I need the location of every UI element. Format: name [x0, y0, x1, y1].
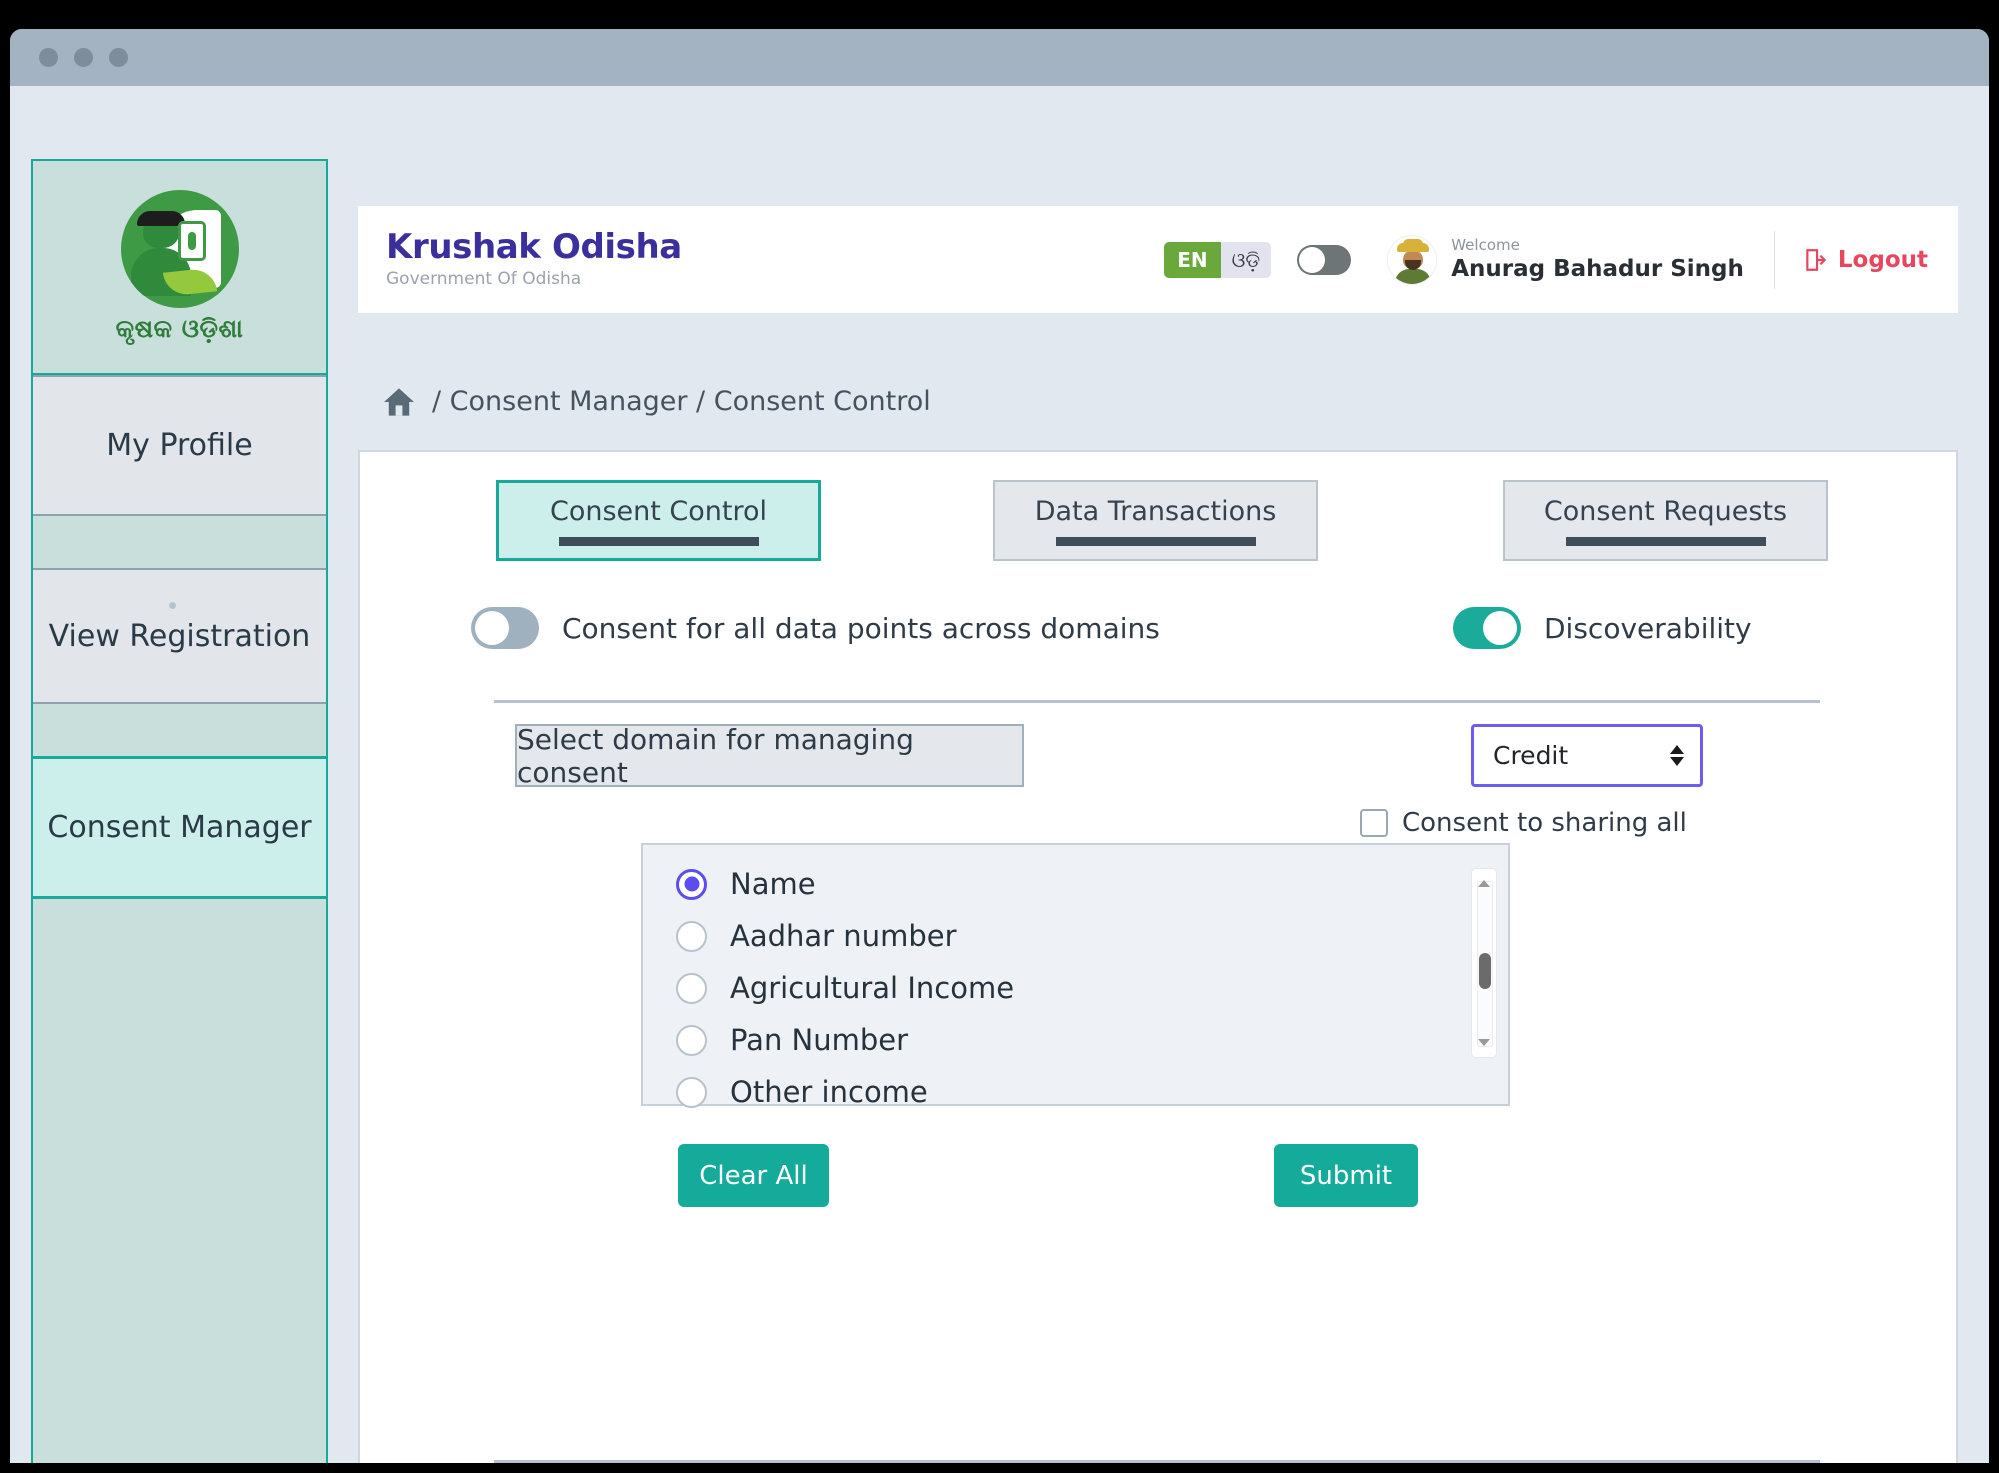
app-header: Krushak Odisha Government Of Odisha EN ଓ…: [358, 206, 1958, 313]
list-item-label: Agricultural Income: [730, 971, 1015, 1005]
user-name: Anurag Bahadur Singh: [1451, 255, 1744, 282]
list-item-label: Name: [730, 867, 816, 901]
sidebar-filler: [33, 899, 326, 1463]
tab-underline: [1055, 536, 1256, 546]
radio-agricultural-income[interactable]: [676, 972, 707, 1004]
tab-underline: [1565, 536, 1766, 546]
welcome-block: Welcome Anurag Bahadur Singh: [1451, 237, 1744, 282]
krushak-logo-icon: [120, 190, 239, 308]
logout-icon: [1806, 248, 1827, 271]
consent-sharing-all-checkbox[interactable]: [1360, 809, 1388, 837]
list-scrollbar[interactable]: [1471, 868, 1497, 1058]
domain-select[interactable]: Credit: [1471, 724, 1703, 787]
breadcrumb-path: / Consent Manager / Consent Control: [432, 386, 931, 417]
breadcrumb: / Consent Manager / Consent Control: [382, 386, 931, 417]
discoverability-toggle-group: Discoverability: [1453, 607, 1752, 649]
app-subtitle: Government Of Odisha: [386, 269, 582, 290]
section-divider-bottom: [494, 1460, 1820, 1463]
tab-bar: Consent Control Data Transactions Consen…: [360, 452, 1956, 572]
page-body: କୃଷକ ଓଡ଼ିଶା My Profile View Registration…: [10, 86, 1989, 1463]
window-maximize-dot[interactable]: [109, 48, 128, 67]
list-item[interactable]: Name: [643, 858, 1508, 910]
sidebar-divider-1: [33, 516, 326, 568]
logout-button[interactable]: Logout: [1803, 247, 1928, 273]
header-theme-toggle[interactable]: [1297, 244, 1352, 275]
sidebar-item-consent-manager[interactable]: Consent Manager: [33, 756, 326, 899]
logo-odia-text: କୃଷକ ଓଡ଼ିଶା: [115, 314, 244, 343]
domain-label: Select domain for managing consent: [515, 723, 1024, 789]
radio-aadhar-number[interactable]: [676, 920, 707, 952]
browser-window: କୃଷକ ଓଡ଼ିଶା My Profile View Registration…: [10, 29, 1989, 1463]
sidebar-marker-dot: [169, 602, 176, 609]
avatar: [1387, 234, 1438, 285]
window-minimize-dot[interactable]: [74, 48, 93, 67]
discoverability-toggle[interactable]: [1453, 607, 1521, 649]
home-icon[interactable]: [382, 387, 416, 417]
consent-sharing-all[interactable]: Consent to sharing all: [1360, 808, 1687, 838]
list-item[interactable]: Aadhar number: [643, 910, 1508, 962]
discoverability-label: Discoverability: [1544, 611, 1752, 645]
sidebar-item-label: My Profile: [106, 428, 253, 463]
tab-label: Consent Control: [549, 495, 768, 527]
consent-all-label: Consent for all data points across domai…: [562, 611, 1160, 645]
tab-label: Data Transactions: [1034, 495, 1277, 527]
language-option-odia[interactable]: ଓଡ଼ି: [1220, 241, 1272, 278]
list-item[interactable]: Agricultural Income: [643, 962, 1508, 1014]
chevron-updown-icon: [1670, 745, 1684, 766]
list-item-label: Aadhar number: [730, 919, 957, 953]
sidebar-item-label: Consent Manager: [47, 810, 312, 845]
consent-all-toggle-group: Consent for all data points across domai…: [471, 607, 1160, 649]
brand-block: Krushak Odisha Government Of Odisha: [386, 226, 682, 290]
list-item[interactable]: Pan Number: [643, 1014, 1508, 1066]
logout-label: Logout: [1837, 246, 1928, 273]
scroll-down-arrow-icon[interactable]: [1478, 1039, 1490, 1046]
tab-data-transactions[interactable]: Data Transactions: [993, 480, 1318, 561]
sidebar-item-view-registration[interactable]: View Registration: [33, 568, 326, 704]
welcome-label: Welcome: [1451, 236, 1520, 255]
radio-pan-number[interactable]: [676, 1024, 707, 1056]
language-option-en[interactable]: EN: [1164, 241, 1221, 278]
tab-consent-control[interactable]: Consent Control: [496, 480, 821, 561]
tab-underline: [558, 536, 759, 546]
app-title: Krushak Odisha: [386, 226, 682, 267]
radio-other-income[interactable]: [676, 1076, 707, 1108]
sidebar: କୃଷକ ଓଡ଼ିଶା My Profile View Registration…: [31, 159, 328, 1463]
list-item[interactable]: Other income: [643, 1066, 1508, 1118]
tab-label: Consent Requests: [1543, 495, 1788, 527]
scrollbar-thumb[interactable]: [1479, 953, 1491, 989]
sidebar-item-my-profile[interactable]: My Profile: [33, 375, 326, 516]
window-titlebar: [10, 29, 1989, 86]
radio-name[interactable]: [676, 868, 707, 900]
window-close-dot[interactable]: [39, 48, 58, 67]
language-switch[interactable]: EN ଓଡ଼ି: [1164, 241, 1272, 278]
sidebar-item-label: View Registration: [48, 618, 311, 654]
content-panel: Consent Control Data Transactions Consen…: [358, 450, 1958, 1463]
consent-sharing-all-label: Consent to sharing all: [1402, 808, 1687, 838]
clear-all-button[interactable]: Clear All: [678, 1144, 829, 1207]
section-divider-top: [494, 700, 1820, 703]
sidebar-logo: କୃଷକ ଓଡ଼ିଶା: [33, 161, 326, 375]
consent-all-toggle[interactable]: [471, 607, 539, 649]
submit-button[interactable]: Submit: [1274, 1144, 1418, 1207]
header-separator: [1773, 230, 1775, 289]
list-item-label: Other income: [730, 1075, 928, 1109]
tab-consent-requests[interactable]: Consent Requests: [1503, 480, 1828, 561]
data-points-listbox: Name Aadhar number Agricultural Income P…: [641, 843, 1510, 1109]
list-item-label: Pan Number: [730, 1023, 909, 1057]
domain-selected-value: Credit: [1493, 741, 1569, 770]
scroll-up-arrow-icon[interactable]: [1478, 880, 1490, 887]
sidebar-divider-2: [33, 704, 326, 756]
header-controls: EN ଓଡ଼ି Welcome Anurag Bahadur Singh Log…: [1164, 230, 1928, 289]
